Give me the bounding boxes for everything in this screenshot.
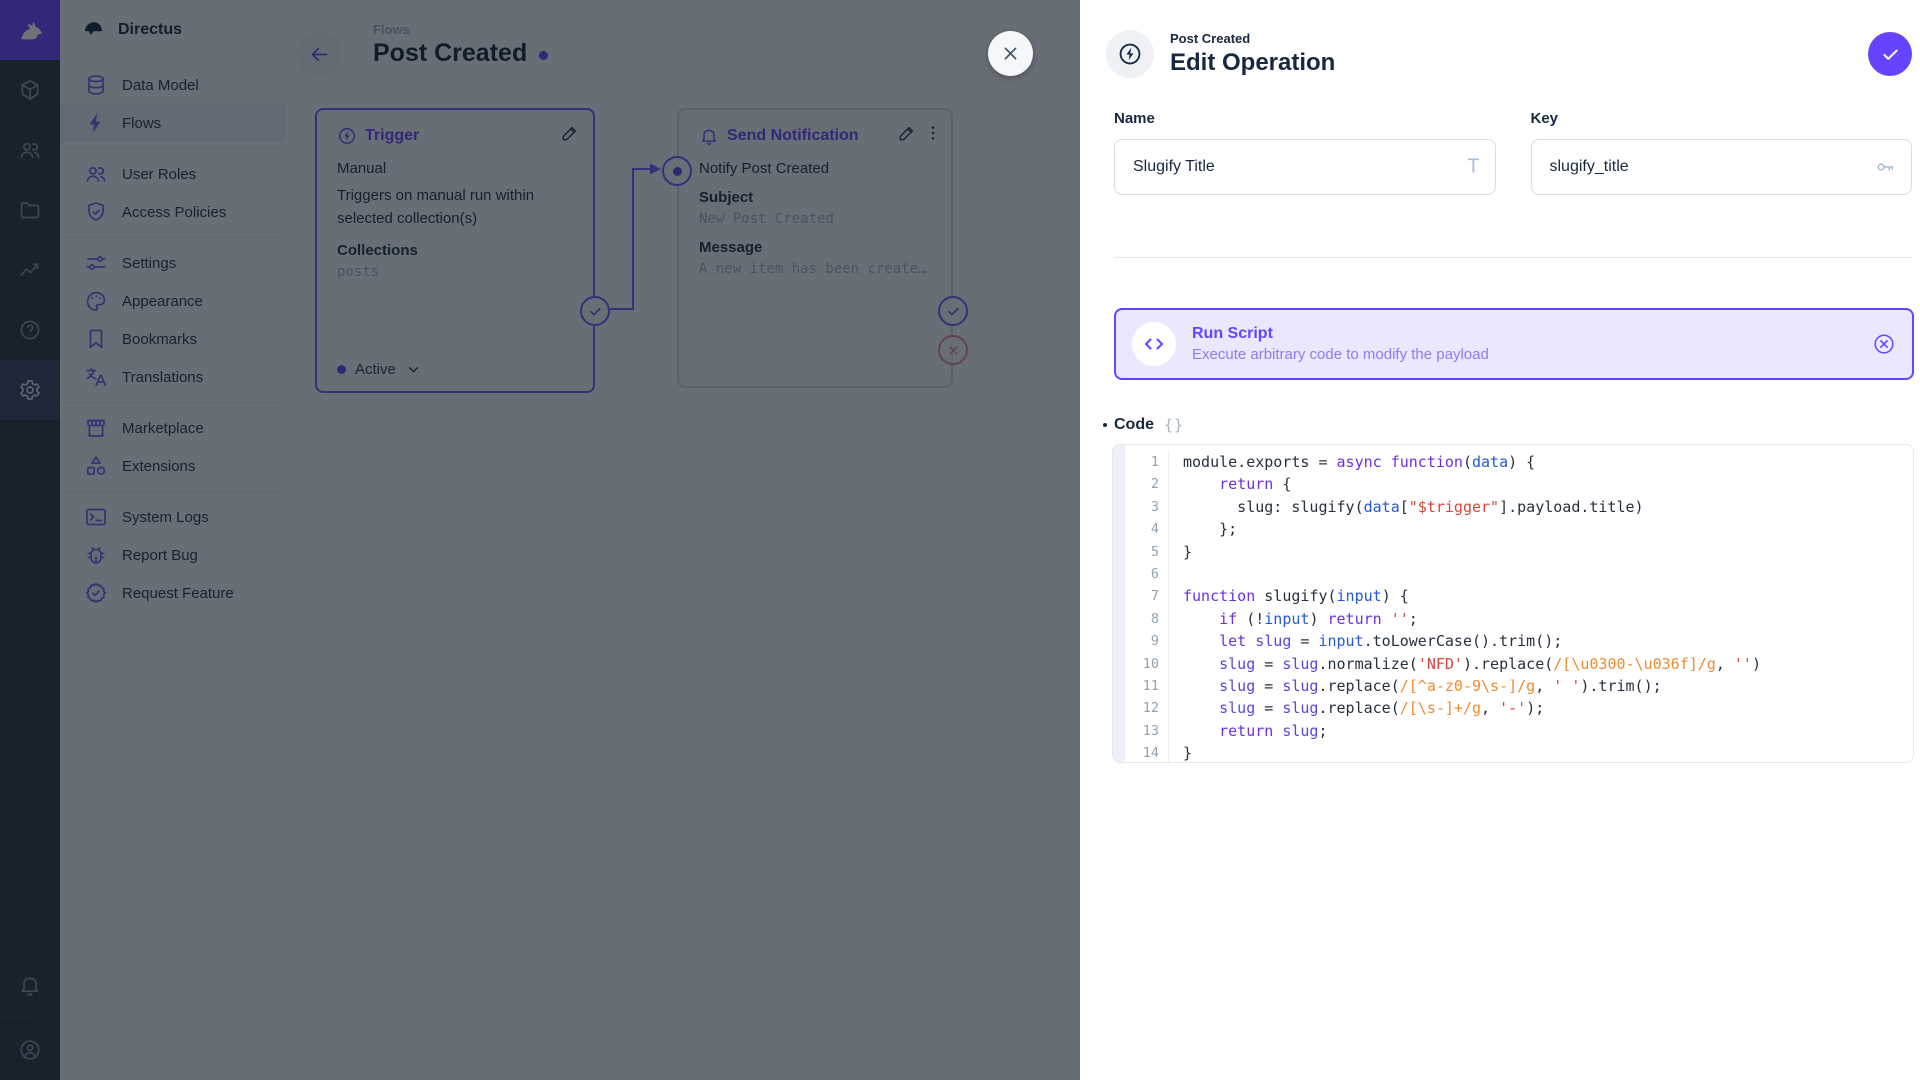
code-line: 11 slug = slug.replace(/[^a-z0-9\s-]/g, …: [1125, 675, 1913, 697]
code-line: 14}: [1125, 742, 1913, 763]
code-text: };: [1169, 518, 1237, 540]
code-line: 8 if (!input) return '';: [1125, 608, 1913, 630]
code-line: 4 };: [1125, 518, 1913, 540]
line-number: 6: [1125, 563, 1169, 585]
code-text: return {: [1169, 473, 1291, 495]
close-icon: [1000, 43, 1021, 64]
code-line: 1module.exports = async function(data) {: [1125, 451, 1913, 473]
key-icon: [1874, 156, 1896, 178]
line-number: 3: [1125, 496, 1169, 518]
key-input[interactable]: [1531, 139, 1913, 195]
line-number: 11: [1125, 675, 1169, 697]
line-number: 13: [1125, 720, 1169, 742]
drawer-title: Edit Operation: [1170, 49, 1335, 77]
code-label-row: Code {}: [1114, 416, 1912, 434]
code-text: }: [1169, 742, 1192, 763]
code-line: 6: [1125, 563, 1913, 585]
code-text: slug = slug.normalize('NFD').replace(/[\…: [1169, 653, 1761, 675]
code-text: if (!input) return '';: [1169, 608, 1418, 630]
drawer-breadcrumb: Post Created: [1170, 31, 1335, 46]
title-format-icon: T: [1467, 156, 1479, 179]
code-lines: 1module.exports = async function(data) {…: [1125, 451, 1913, 763]
banner-subtitle: Execute arbitrary code to modify the pay…: [1192, 346, 1489, 363]
drawer-header: Post Created Edit Operation: [1080, 0, 1920, 78]
line-number: 2: [1125, 473, 1169, 495]
operation-type-icon-circle: [1106, 30, 1154, 78]
edit-operation-drawer: Post Created Edit Operation Name T Key: [1080, 0, 1920, 1080]
banner-title: Run Script: [1192, 325, 1489, 343]
code-line: 5}: [1125, 541, 1913, 563]
edited-dot: [1103, 423, 1107, 427]
line-number: 7: [1125, 585, 1169, 607]
name-field-group: Name T: [1114, 110, 1496, 195]
code-line: 7function slugify(input) {: [1125, 585, 1913, 607]
code-text: let slug = input.toLowerCase().trim();: [1169, 630, 1562, 652]
code-line: 10 slug = slug.normalize('NFD').replace(…: [1125, 653, 1913, 675]
code-line: 12 slug = slug.replace(/[\s-]+/g, '-');: [1125, 697, 1913, 719]
save-button[interactable]: [1868, 32, 1912, 76]
deselect-operation-button[interactable]: [1872, 332, 1896, 356]
code-text: function slugify(input) {: [1169, 585, 1409, 607]
directus-app: Directus Data ModelFlowsUser RolesAccess…: [0, 0, 1920, 1080]
line-number: 9: [1125, 630, 1169, 652]
line-number: 10: [1125, 653, 1169, 675]
key-field-group: Key: [1531, 110, 1913, 195]
code-text: slug = slug.replace(/[^a-z0-9\s-]/g, ' '…: [1169, 675, 1662, 697]
line-number: 8: [1125, 608, 1169, 630]
code-line: 2 return {: [1125, 473, 1913, 495]
line-number: 14: [1125, 742, 1169, 763]
run-script-banner[interactable]: Run Script Execute arbitrary code to mod…: [1114, 308, 1914, 380]
fields-row: Name T Key: [1114, 110, 1912, 195]
code-editor[interactable]: 1module.exports = async function(data) {…: [1112, 444, 1914, 763]
code-text: slug = slug.replace(/[\s-]+/g, '-');: [1169, 697, 1544, 719]
code-line: 13 return slug;: [1125, 720, 1913, 742]
line-number: 4: [1125, 518, 1169, 540]
name-label: Name: [1114, 110, 1496, 127]
close-drawer-button[interactable]: [988, 31, 1033, 76]
key-label: Key: [1531, 110, 1913, 127]
code-icon-circle: [1132, 322, 1176, 366]
code-text: [1169, 563, 1183, 585]
name-input[interactable]: [1114, 139, 1496, 195]
line-number: 12: [1125, 697, 1169, 719]
code-text: module.exports = async function(data) {: [1169, 451, 1535, 473]
line-number: 5: [1125, 541, 1169, 563]
code-text: slug: slugify(data["$trigger"].payload.t…: [1169, 496, 1644, 518]
x-circle-icon: [1872, 332, 1896, 356]
code-line: 3 slug: slugify(data["$trigger"].payload…: [1125, 496, 1913, 518]
drawer-backdrop[interactable]: [0, 0, 1080, 1080]
code-icon: [1142, 332, 1166, 356]
code-text: }: [1169, 541, 1192, 563]
line-number: 1: [1125, 451, 1169, 473]
braces-icon: {}: [1164, 416, 1184, 434]
check-icon: [1880, 44, 1901, 65]
divider: [1114, 257, 1912, 258]
code-line: 9 let slug = input.toLowerCase().trim();: [1125, 630, 1913, 652]
code-label: Code: [1114, 416, 1154, 434]
offline-bolt-icon: [1117, 41, 1143, 67]
code-text: return slug;: [1169, 720, 1328, 742]
